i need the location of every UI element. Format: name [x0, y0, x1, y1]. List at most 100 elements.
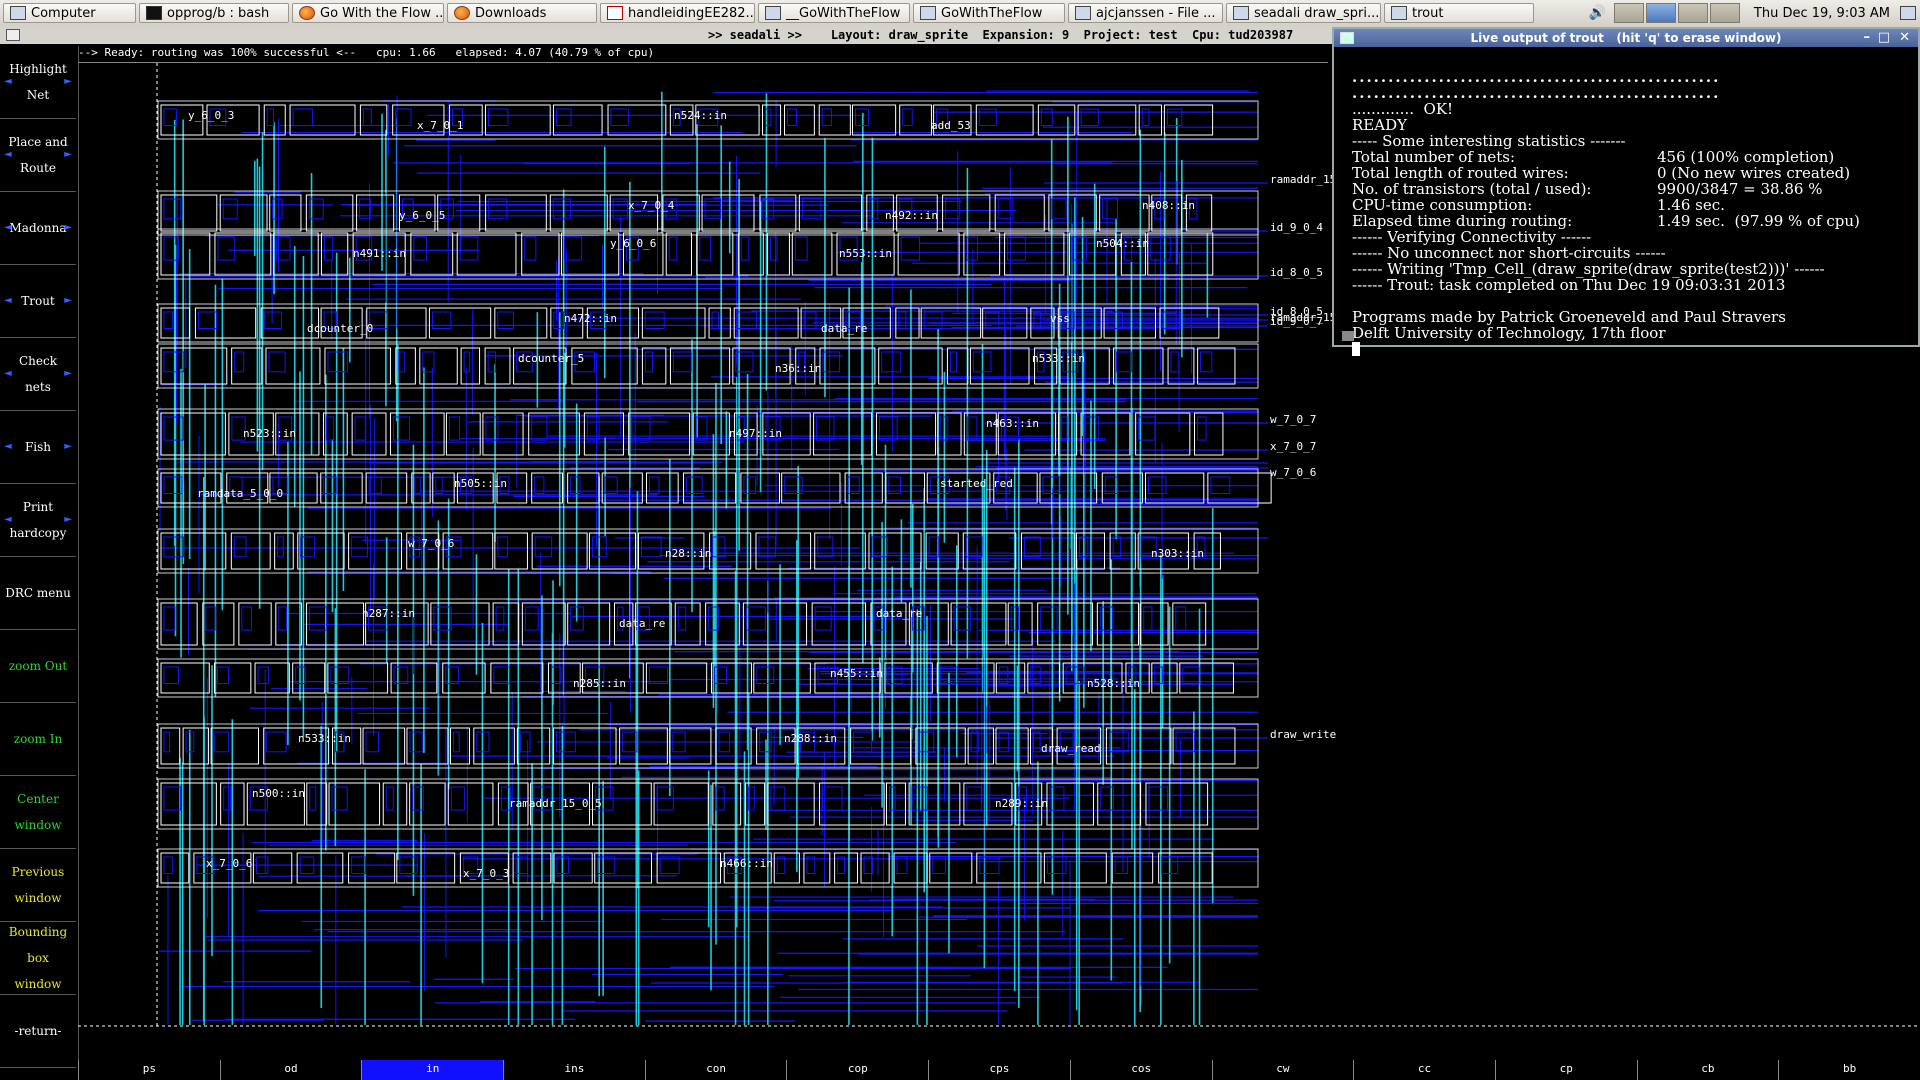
menu-fish[interactable]: ◄ Fish ► [0, 411, 76, 484]
port-label: id_8_0_5 [1270, 266, 1323, 279]
menu-previous-window[interactable]: Previous window [0, 849, 76, 922]
trout-output-window[interactable]: Live output of trout (hit 'q' to erase w… [1332, 27, 1920, 356]
taskbar-item-computer[interactable]: Computer [3, 3, 136, 23]
cell-label: n491::in [353, 247, 406, 260]
volume-icon[interactable]: 🔊 [1588, 5, 1605, 21]
workspace-switcher-4[interactable] [1709, 3, 1740, 23]
workspace-switcher-3[interactable] [1677, 3, 1708, 23]
layer-ps[interactable]: ps [78, 1060, 220, 1080]
menu-drc[interactable]: DRC menu [0, 557, 76, 630]
layer-bb[interactable]: bb [1778, 1060, 1920, 1080]
cell-label: x_7_0_6 [206, 857, 252, 870]
cell-label: n492::in [885, 209, 938, 222]
standard-cell [767, 782, 815, 826]
cell-terminal [213, 731, 229, 753]
layer-cp[interactable]: cp [1494, 1060, 1637, 1080]
layer-label: bb [1842, 1062, 1857, 1075]
cell-terminal [1182, 666, 1200, 684]
menu-bounding-box-window[interactable]: Bounding box window [0, 922, 76, 995]
arrow-right-icon: ► [64, 295, 72, 306]
cell-terminal [409, 731, 423, 753]
taskbar-item-go-with-the-flow[interactable]: Go With the Flow ... [292, 3, 444, 23]
taskbar-item-label: Downloads [475, 5, 547, 21]
taskbar-item-seadali[interactable]: seadali draw_spri... [1226, 3, 1381, 23]
minimize-icon[interactable]: – [1864, 30, 1871, 45]
cell-terminal [998, 666, 1009, 684]
standard-cell [1007, 602, 1033, 646]
taskbar-item-gowiththeflow-dir[interactable]: __GoWithTheFlow [758, 3, 910, 23]
standard-cell [516, 727, 551, 765]
workspace-switcher-1[interactable] [1613, 3, 1644, 23]
stat-row: Total number of nets: 456 (100% completio… [1352, 149, 1918, 165]
standard-cell [641, 347, 667, 385]
stat-key: Total length of routed wires: [1352, 164, 1569, 182]
taskbar-item-gowiththeflow[interactable]: GoWithTheFlow [913, 3, 1065, 23]
cell-terminal [998, 731, 1010, 753]
cell-terminal [1030, 666, 1041, 684]
layer-con[interactable]: con [644, 1060, 787, 1080]
layer-label: ins [564, 1062, 585, 1075]
cell-label: n533::in [1032, 352, 1085, 365]
trout-title-bar[interactable]: Live output of trout (hit 'q' to erase w… [1334, 29, 1918, 47]
cell-terminal [163, 311, 174, 329]
layer-cw[interactable]: cw [1211, 1060, 1354, 1080]
standard-cell [1135, 412, 1191, 456]
standard-cell [715, 727, 752, 765]
layer-ins[interactable]: ins [503, 1060, 645, 1080]
close-icon[interactable]: ✕ [1899, 30, 1910, 45]
menu-highlight-net[interactable]: ◄ Highlight Net ► [0, 46, 76, 119]
cell-terminal [163, 351, 185, 373]
layer-od[interactable]: od [219, 1060, 362, 1080]
menu-trout[interactable]: ◄ Trout ► [0, 265, 76, 338]
stat-value: 0 (No new wires created) [1657, 164, 1851, 182]
cell-terminal [966, 236, 979, 261]
cell-label: n28::in [665, 547, 711, 560]
resize-handle-icon[interactable] [1342, 331, 1354, 341]
cell-terminal [794, 236, 808, 261]
layer-label: od [284, 1062, 298, 1075]
layer-cb[interactable]: cb [1636, 1060, 1779, 1080]
cell-terminal [524, 606, 539, 631]
maximize-icon[interactable]: □ [1878, 30, 1890, 45]
standard-cell [850, 727, 912, 765]
standard-cell [583, 412, 624, 456]
menu-item-label: Trout [21, 294, 55, 308]
cell-terminal [497, 536, 509, 558]
standard-cell [619, 727, 668, 765]
standard-cell [819, 782, 885, 826]
taskbar-item-downloads[interactable]: Downloads [447, 3, 597, 23]
menu-item-label: Bounding box window [8, 925, 68, 991]
layer-label: ps [142, 1062, 156, 1075]
taskbar: Computer opprog/b : bash Go With the Flo… [0, 0, 1920, 27]
cell-terminal [740, 236, 750, 261]
menu-place-and-route[interactable]: ◄ Place and Route ► [0, 119, 76, 192]
workspace-switcher-2[interactable] [1645, 3, 1676, 23]
cell-label: n36::in [775, 362, 821, 375]
taskbar-item-trout[interactable]: trout [1384, 3, 1534, 23]
show-desktop-icon[interactable] [1900, 6, 1916, 20]
menu-center-window[interactable]: Center window [0, 776, 76, 849]
text-cursor [1352, 342, 1360, 356]
menu-zoom-out[interactable]: zoom Out [0, 630, 76, 703]
taskbar-item-file-browser[interactable]: ajcjanssen - File ... [1068, 3, 1223, 23]
standard-cell [942, 194, 991, 232]
taskbar-item-bash[interactable]: opprog/b : bash [139, 3, 289, 23]
layer-cos[interactable]: cos [1069, 1060, 1212, 1080]
layer-cop[interactable]: cop [786, 1060, 928, 1080]
menu-madonna[interactable]: ◄ Madonna ► [0, 192, 76, 265]
menu-zoom-in[interactable]: zoom In [0, 703, 76, 776]
layer-cc[interactable]: cc [1353, 1060, 1495, 1080]
standard-cell [238, 602, 272, 646]
cell-row [157, 228, 1259, 280]
menu-return[interactable]: -return- [0, 995, 76, 1068]
cell-terminal [1080, 108, 1099, 126]
cell-terminal [263, 311, 282, 329]
window-menu-icon[interactable] [6, 29, 20, 41]
standard-cell [1194, 412, 1224, 456]
clock[interactable]: Thu Dec 19, 9:03 AM [1754, 6, 1890, 21]
menu-check-nets[interactable]: ◄ Check nets ► [0, 338, 76, 411]
taskbar-item-handleiding[interactable]: handleidingEE282... [600, 3, 755, 23]
layer-in[interactable]: in [361, 1060, 504, 1080]
layer-cps[interactable]: cps [928, 1060, 1070, 1080]
menu-print-hardcopy[interactable]: ◄ Print hardcopy ► [0, 484, 76, 557]
